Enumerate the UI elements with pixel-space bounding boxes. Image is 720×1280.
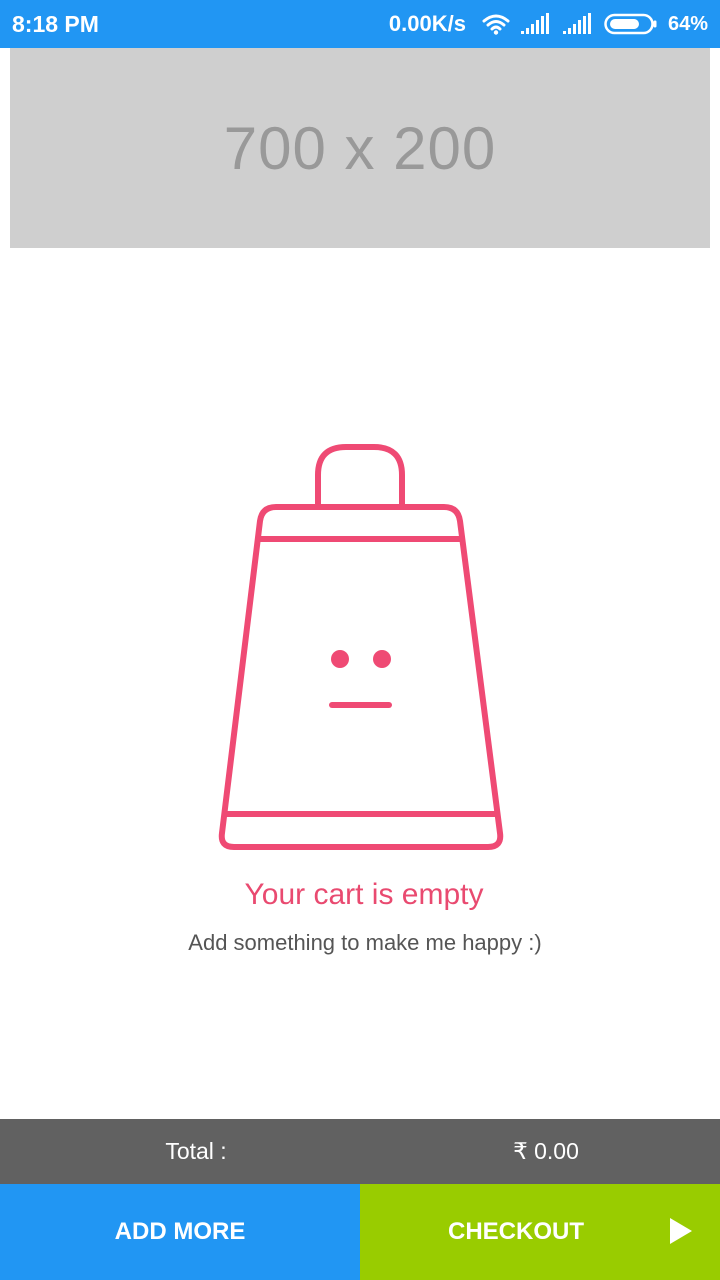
banner-image-placeholder: 700 x 200 — [10, 48, 710, 248]
total-label: Total : — [165, 1138, 227, 1164]
status-bar: 8:18 PM 0.00K/s 64% — [0, 0, 720, 48]
add-more-label: ADD MORE — [114, 1218, 246, 1245]
network-speed: 0.00K/s — [388, 11, 466, 36]
wifi-icon — [482, 13, 510, 35]
add-more-button[interactable]: ADD MORE — [0, 1184, 360, 1280]
cart-screen: 8:18 PM 0.00K/s 64% 700 x 200 Your cart … — [0, 0, 720, 1280]
checkout-label: CHECKOUT — [448, 1218, 584, 1245]
sad-shopping-bag-icon — [218, 443, 504, 853]
total-amount: ₹ 0.00 — [513, 1138, 579, 1164]
total-bar: Total : ₹ 0.00 — [0, 1119, 720, 1184]
battery-icon — [604, 13, 658, 35]
signal-icon — [520, 13, 552, 35]
battery-percent: 64% — [667, 12, 708, 35]
status-indicators: 0.00K/s 64% — [389, 11, 708, 37]
banner-placeholder-text: 700 x 200 — [223, 114, 497, 182]
empty-cart-subtitle: Add something to make me happy :) — [188, 930, 542, 955]
signal-icon — [562, 13, 594, 35]
play-arrow-icon — [670, 1218, 692, 1244]
checkout-button[interactable]: CHECKOUT — [360, 1184, 720, 1280]
empty-cart-title: Your cart is empty — [244, 878, 484, 911]
status-time: 8:18 PM — [12, 10, 99, 37]
